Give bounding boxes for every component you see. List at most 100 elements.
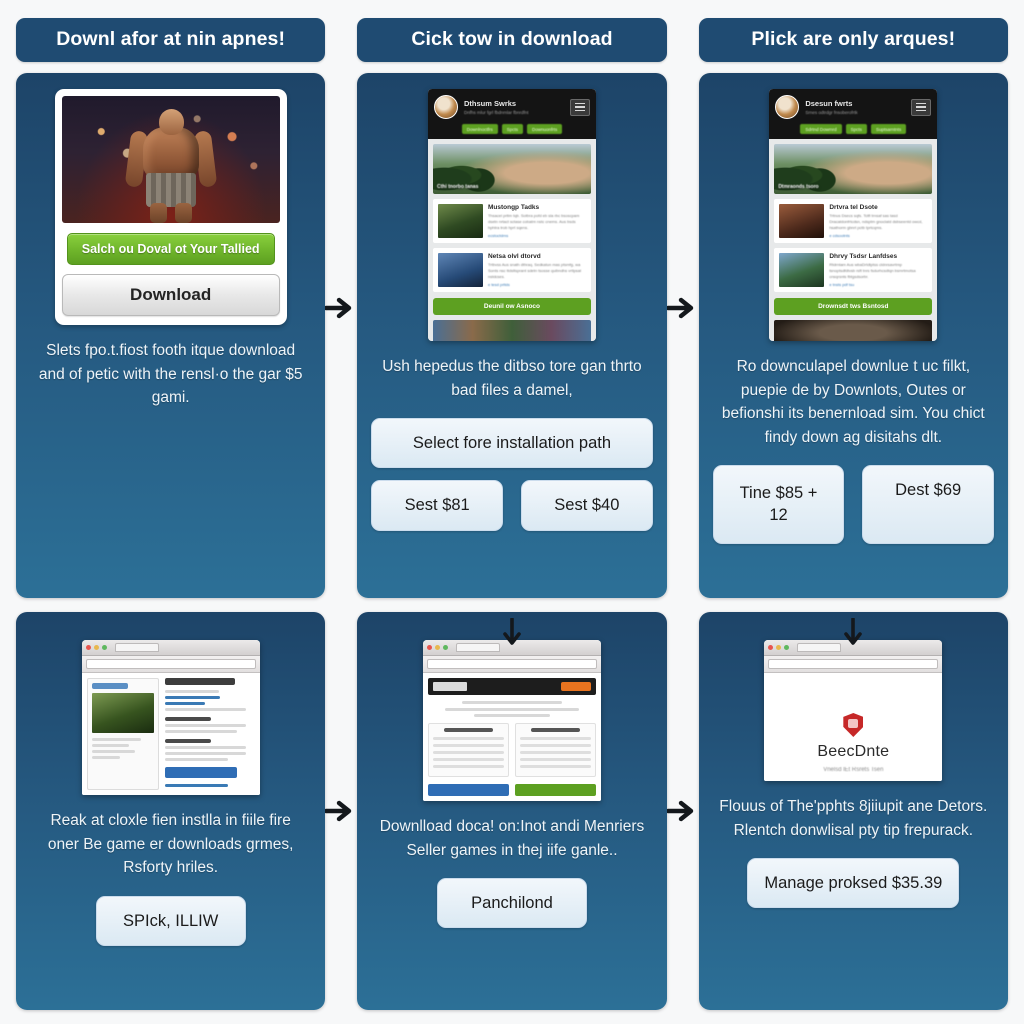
browser-mockup-6: BeecDnte Vnelsd lEt Rsrets Tsen: [764, 640, 943, 781]
article-main: [164, 678, 255, 790]
browser-mockup-5: [422, 640, 601, 801]
mockup-nav-item[interactable]: Sdrtnd Dowmrd: [800, 124, 842, 134]
browser-tab[interactable]: [455, 643, 500, 652]
step-card-4: Reak at cloxle fien instlla in fiile fir…: [16, 612, 352, 1010]
list-item-title: Mustongp Tadks: [487, 204, 540, 211]
page-download-button[interactable]: [164, 767, 237, 778]
steps-row-top: Downl afor at nin apnes! Salch ou Doval …: [16, 18, 1008, 598]
list-item-link[interactable]: e cdsootnts: [829, 233, 927, 238]
page-header-bar: [427, 678, 596, 695]
close-icon[interactable]: [768, 645, 774, 650]
mockup-header-3: Dsesun fwrts Srnes odtrdgr fnsoberofrtk …: [769, 89, 938, 139]
list-item-link[interactable]: e tnsts pdf tsu: [829, 282, 927, 287]
list-item-title: Dhrvy Tsdsr Lanfdses: [829, 253, 898, 260]
mockup-nav-item[interactable]: Downlnoctfrs: [461, 124, 498, 134]
browser-addressbar[interactable]: [422, 656, 601, 673]
step-card-1: Downl afor at nin apnes! Salch ou Doval …: [16, 18, 352, 598]
arrow-right-icon: [666, 796, 697, 826]
mockup-cta-button-3[interactable]: Drownsdt tws Bsntosd: [774, 298, 933, 315]
mockup-hero-banner-2: Cthi tnorbo tanas: [432, 144, 591, 194]
window-controls[interactable]: [85, 643, 256, 652]
promo-green-button[interactable]: Salch ou Doval ot Your Tallied: [66, 233, 275, 265]
maximize-icon[interactable]: [101, 645, 107, 650]
mockup-content-3: Dtmraonds tsoro Drtvra tel Dsote Trtnus …: [769, 139, 938, 341]
mockup-nav-item[interactable]: Spcts: [501, 124, 523, 134]
mockup-list-item[interactable]: Netsa olvl dtorvd Trtbvss Aus snath dthr…: [432, 248, 591, 292]
mockup-list-item[interactable]: Drtvra tel Dsote Trtnus Dsecs sqfs. Tctf…: [774, 199, 933, 243]
arrow-right-icon: [666, 293, 697, 323]
list-item-text: Trtnus Dsecs sqfs. Tctfl trnsaf sas tasd…: [829, 213, 923, 230]
list-item-title: Netsa olvl dtorvd: [487, 253, 541, 260]
minimize-icon[interactable]: [776, 645, 782, 650]
minimize-icon[interactable]: [434, 645, 440, 650]
mockup-nav-item[interactable]: Suptsarntnts: [870, 124, 907, 134]
manage-proksed-button[interactable]: Manage proksed $35.39: [747, 858, 960, 909]
url-input[interactable]: [768, 659, 939, 669]
steps-row-bottom: Reak at cloxle fien instlla in fiile fir…: [16, 612, 1008, 1010]
mockup-cta-button-2[interactable]: Deunil ow Asnoco: [432, 298, 591, 315]
browser-tab[interactable]: [114, 643, 159, 652]
close-icon[interactable]: [85, 645, 91, 650]
price-option-button-2[interactable]: Sest $40: [521, 480, 653, 531]
mockup-list-item[interactable]: Mustongp Tadks Thsacel pritm tqb. Sotbra…: [432, 199, 591, 243]
list-item-link[interactable]: ecstoctdms: [488, 233, 586, 238]
arrow-down-icon: [499, 618, 525, 648]
price-option-button-1[interactable]: Sest $81: [371, 480, 503, 531]
panchilond-button[interactable]: Panchilond: [436, 878, 587, 929]
maximize-icon[interactable]: [442, 645, 448, 650]
url-input[interactable]: [426, 659, 597, 669]
time-price-button[interactable]: Tine $85 + 12: [712, 465, 845, 544]
mockup-image-strip: [774, 320, 933, 341]
step-3-body: Ro downculapel downlue t uc filkt, puepi…: [721, 358, 985, 446]
promo-download-button[interactable]: Download: [61, 274, 280, 316]
step-6-card: BeecDnte Vnelsd lEt Rsrets Tsen Flouus o…: [698, 612, 1008, 1010]
mobile-site-mockup-3: Dsesun fwrts Srnes odtrdgr fnsoberofrtk …: [769, 89, 938, 341]
page-action-buttons: [427, 784, 596, 796]
close-icon[interactable]: [426, 645, 432, 650]
list-item-thumbnail: [437, 204, 483, 238]
brand-splash: BeecDnte Vnelsd lEt Rsrets Tsen: [769, 678, 937, 781]
mobile-site-mockup-2: Dthsum Swrks Dnfhs mlur fgrl fbdnmlar fb…: [427, 89, 596, 341]
mockup-hero-caption-3: Dtmraonds tsoro: [778, 184, 819, 190]
game-artwork: [61, 96, 280, 223]
url-input[interactable]: [85, 659, 256, 669]
select-installation-path-button[interactable]: Select fore installation path: [371, 418, 653, 469]
mockup-header-2: Dthsum Swrks Dnfhs mlur fgrl fbdnmlar fb…: [427, 89, 596, 139]
step-5-buttons: Panchilond: [371, 878, 652, 929]
hamburger-menu-icon[interactable]: [569, 98, 590, 116]
step-3-buttons: Tine $85 + 12 Dest $69: [712, 465, 994, 544]
mockup-list-item[interactable]: Dhrvy Tsdsr Lanfdses Rtdrntam Aus wbaDrt…: [774, 248, 933, 292]
mockup-image-strip: [432, 320, 591, 341]
install-button[interactable]: [427, 784, 509, 796]
page-cta-button[interactable]: [560, 682, 591, 691]
list-item-link[interactable]: e tesd prltds: [488, 282, 586, 287]
list-item-thumbnail: [779, 204, 825, 238]
list-item-title: Drtvra tel Dsote: [829, 204, 878, 211]
step-2-header: Cick tow in download: [357, 18, 667, 62]
mockup-nav-item[interactable]: Downuonfrts: [526, 124, 563, 134]
sidebar-chip[interactable]: [91, 683, 128, 689]
maximize-icon[interactable]: [784, 645, 790, 650]
dest-price-button[interactable]: Dest $69: [862, 465, 994, 544]
step-2-body: Ush hepedus the ditbso tore gan thrto ba…: [382, 358, 642, 399]
minimize-icon[interactable]: [93, 645, 99, 650]
article-sidebar: [86, 678, 159, 790]
browser-addressbar[interactable]: [764, 656, 943, 673]
step-5-card: Downlload doca! on:Inot andi Menriers Se…: [357, 612, 667, 1010]
mockup-nav-item[interactable]: Spcts: [845, 124, 867, 134]
hamburger-menu-icon[interactable]: [911, 98, 932, 116]
step-1-header: Downl afor at nin apnes!: [16, 18, 326, 62]
step-1-card: Salch ou Doval ot Your Tallied Download …: [16, 73, 326, 598]
spick-illiw-button[interactable]: SPIck, ILLIW: [95, 895, 246, 946]
mockup-brand-title-2: Dthsum Swrks: [463, 99, 517, 108]
browser-titlebar: [81, 640, 260, 656]
download-now-button[interactable]: [514, 784, 596, 796]
comparison-column-right: [514, 723, 596, 777]
browser-tab[interactable]: [797, 643, 842, 652]
step-2-buttons: Select fore installation path Sest $81 S…: [371, 418, 653, 531]
step-card-5: Downlload doca! on:Inot andi Menriers Se…: [357, 612, 693, 1010]
step-1-body: Slets fpo.t.fiost footh itque download a…: [38, 342, 303, 407]
arrow-right-icon: [325, 796, 355, 826]
list-item-text: Thsacel pritm tqb. Sotbra pofd eb sla rb…: [487, 213, 580, 230]
browser-addressbar[interactable]: [81, 656, 260, 673]
